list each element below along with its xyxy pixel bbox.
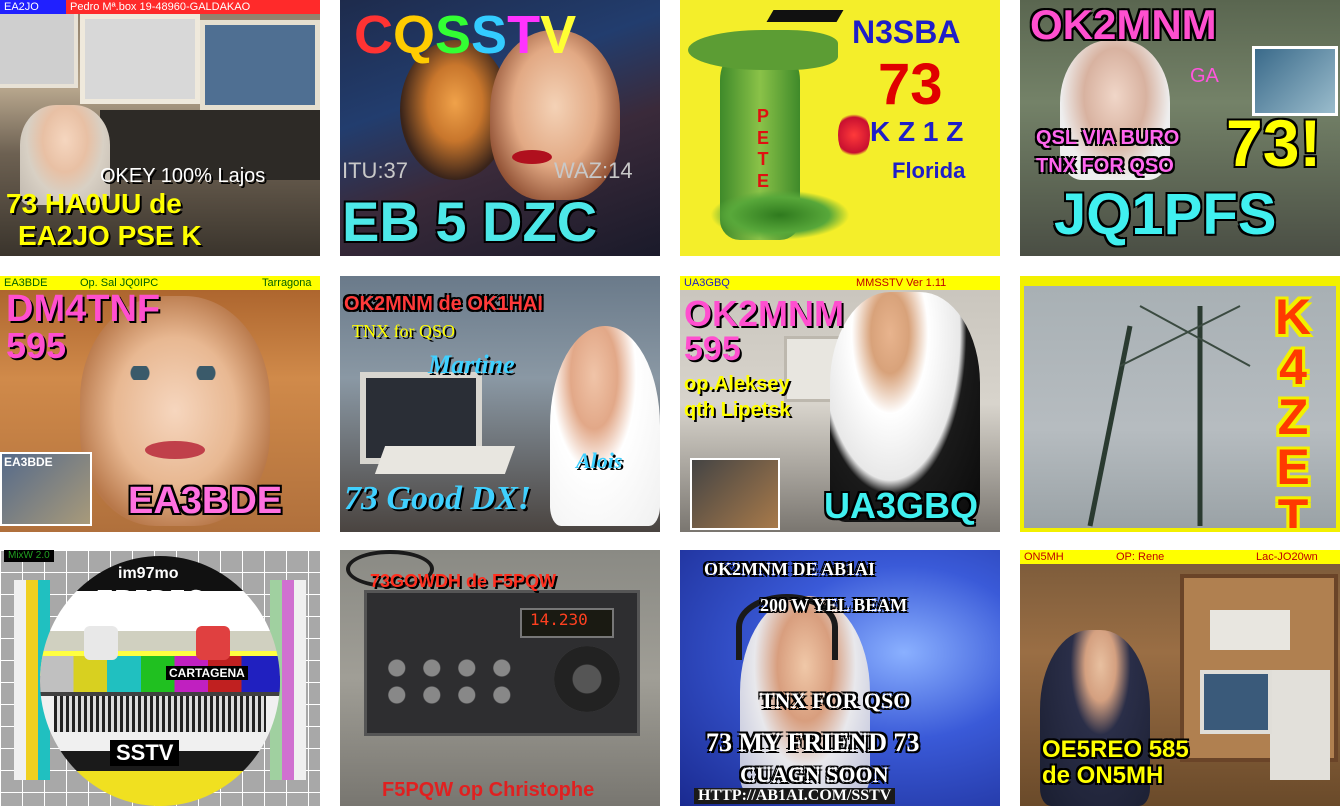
name: Martine bbox=[428, 350, 515, 379]
sstv-image-n3sba[interactable]: N3SBA 73 K Z 1 Z Florida P E T E bbox=[680, 0, 1000, 256]
sub-call: K Z 1 Z bbox=[870, 116, 964, 147]
title: 73GOWDH de F5PQW bbox=[370, 571, 557, 591]
callsign: N3SBA bbox=[852, 14, 961, 50]
computer bbox=[1270, 670, 1330, 780]
header-sw: MMSSTV Ver 1.11 bbox=[856, 277, 947, 289]
cq-title: CQ SSTV bbox=[354, 5, 577, 65]
sstv-image-ab1ai[interactable]: OK2MNM DE AB1AI 200 W YEL BEAM TNX FOR Q… bbox=[680, 550, 1000, 806]
sstv-image-jq1pfs[interactable]: OK2MNM GA QSL VIA BURO TNX FOR QSO 73! J… bbox=[1020, 0, 1340, 256]
to-call: OK2MNM bbox=[684, 293, 844, 334]
overlay-text: OKEY 100% Lajos bbox=[100, 165, 266, 187]
url: HTTP://AB1AI.COM/SSTV bbox=[694, 788, 896, 804]
big-73: 73! bbox=[1226, 106, 1322, 180]
rst: 595 bbox=[684, 330, 741, 368]
inset-photo: EA3BDE bbox=[0, 452, 92, 526]
friend: 73 MY FRIEND 73 bbox=[706, 728, 920, 757]
to-call: DM4TNF bbox=[6, 288, 161, 330]
sstv-image-f5pqw[interactable]: 14.230 73GOWDH de F5PQW F5PQW op Christo… bbox=[340, 550, 660, 806]
tnx: TNX for QSO bbox=[352, 321, 455, 341]
eyes bbox=[118, 366, 228, 380]
leaves bbox=[710, 190, 850, 240]
title: OK2MNM de OK1HAI bbox=[344, 293, 543, 315]
monitor bbox=[1200, 670, 1272, 734]
line1: 73 HA0UU de bbox=[6, 188, 182, 219]
printer bbox=[1210, 610, 1290, 650]
tnx: TNX FOR QSO bbox=[760, 688, 911, 713]
cuagn: CUAGN SOON bbox=[740, 762, 889, 787]
line2: de ON5MH bbox=[1042, 762, 1164, 789]
header-bar: UA3GBQ MMSSTV Ver 1.11 bbox=[680, 276, 1000, 290]
alligator-snout bbox=[688, 30, 838, 70]
grid-locator: im97mo bbox=[118, 565, 179, 582]
callsign: EB5DZC bbox=[96, 584, 207, 614]
waz-zone: WAZ:14 bbox=[554, 158, 633, 183]
graduation-cap bbox=[766, 10, 844, 22]
sstv-image-eb5dzc-test[interactable]: MixW 2.0 im97mo EB5DZC CARTAGENA SSTV bbox=[0, 550, 320, 806]
header-bar: ON5MH OP: Rene Lac-JO20wn bbox=[1020, 550, 1340, 564]
inset-photo bbox=[690, 458, 780, 530]
line1: OE5REO 585 bbox=[1042, 736, 1189, 763]
callsign: EB 5 DZC bbox=[342, 190, 598, 253]
tnx-text: TNX FOR QSO bbox=[1036, 155, 1174, 177]
callsign: JQ1PFS bbox=[1054, 182, 1277, 247]
ga-text: GA bbox=[1190, 65, 1219, 87]
sstv-image-eb5dzc-cq[interactable]: CQ SSTV ITU:37 WAZ:14 EB 5 DZC bbox=[340, 0, 660, 256]
sstv-image-ok1hai[interactable]: OK2MNM de OK1HAI TNX for QSO Martine Alo… bbox=[340, 276, 660, 532]
header-op: OP: Rene bbox=[1116, 551, 1165, 563]
antenna: 200 W YEL BEAM bbox=[760, 595, 908, 615]
footer: 73 Good DX! bbox=[344, 480, 532, 517]
sstv-image-k4zet[interactable]: K 4 Z E T bbox=[1020, 276, 1340, 532]
lips bbox=[512, 150, 552, 164]
keyboard bbox=[374, 446, 516, 474]
big-73: 73 bbox=[878, 52, 943, 117]
monitor-right bbox=[200, 20, 320, 110]
call-tag: EA2JO bbox=[0, 0, 66, 14]
callsign: EA3BDE bbox=[128, 480, 283, 522]
radio-knobs bbox=[380, 650, 520, 710]
flower bbox=[838, 110, 870, 160]
monitor-center bbox=[80, 14, 200, 104]
sstv-image-ea3bde[interactable]: EA3BDE Op. Sal JQ0IPC Tarragona DM4TNF 5… bbox=[0, 276, 320, 532]
crest-left bbox=[84, 626, 118, 660]
header-call: ON5MH bbox=[1024, 551, 1064, 563]
lips bbox=[145, 441, 205, 459]
header-loc: Lac-JO20wn bbox=[1256, 551, 1318, 563]
op: op.Aleksey bbox=[684, 373, 790, 395]
title: OK2MNM DE AB1AI bbox=[704, 559, 875, 579]
callsign-vertical: K 4 Z E T bbox=[1274, 289, 1312, 532]
header-bar: EA2JO Pedro Mª.box 19-48960-GALDAKAO bbox=[0, 0, 320, 14]
header-call: UA3GBQ bbox=[684, 277, 730, 289]
footer: F5PQW op Christophe bbox=[382, 779, 595, 801]
sstv-image-ua3gbq[interactable]: UA3GBQ MMSSTV Ver 1.11 OK2MNM 595 op.Ale… bbox=[680, 276, 1000, 532]
sstv-image-on5mh[interactable]: ON5MH OP: Rene Lac-JO20wn OE5REO 585 de … bbox=[1020, 550, 1340, 806]
header-text: Pedro Mª.box 19-48960-GALDAKAO bbox=[70, 1, 251, 13]
callsign: UA3GBQ bbox=[824, 485, 979, 526]
man-photo bbox=[550, 326, 660, 526]
state: Florida bbox=[892, 158, 966, 183]
crest-right bbox=[196, 626, 230, 660]
header-loc: Tarragona bbox=[262, 277, 312, 289]
resolution-bars bbox=[54, 696, 266, 732]
line2: EA2JO PSE K bbox=[18, 220, 202, 251]
qth: qth Lipetsk bbox=[684, 399, 791, 421]
itu-zone: ITU:37 bbox=[342, 158, 409, 183]
rst: 595 bbox=[6, 325, 67, 366]
op-name: Alois bbox=[576, 448, 623, 473]
monitor-left bbox=[0, 10, 78, 88]
tuning-dial bbox=[554, 646, 620, 712]
sstv-image-ea2jo[interactable]: EA2JO Pedro Mª.box 19-48960-GALDAKAO OKE… bbox=[0, 0, 320, 256]
name-vertical: P E T E bbox=[756, 106, 769, 191]
to-call: OK2MNM bbox=[1030, 1, 1217, 48]
mixw-tag: MixW 2.0 bbox=[4, 550, 54, 562]
mode: SSTV bbox=[110, 740, 180, 766]
qsl-text: QSL VIA BURO bbox=[1036, 127, 1180, 149]
city: CARTAGENA bbox=[166, 666, 248, 680]
frequency-display: 14.230 bbox=[530, 610, 588, 629]
